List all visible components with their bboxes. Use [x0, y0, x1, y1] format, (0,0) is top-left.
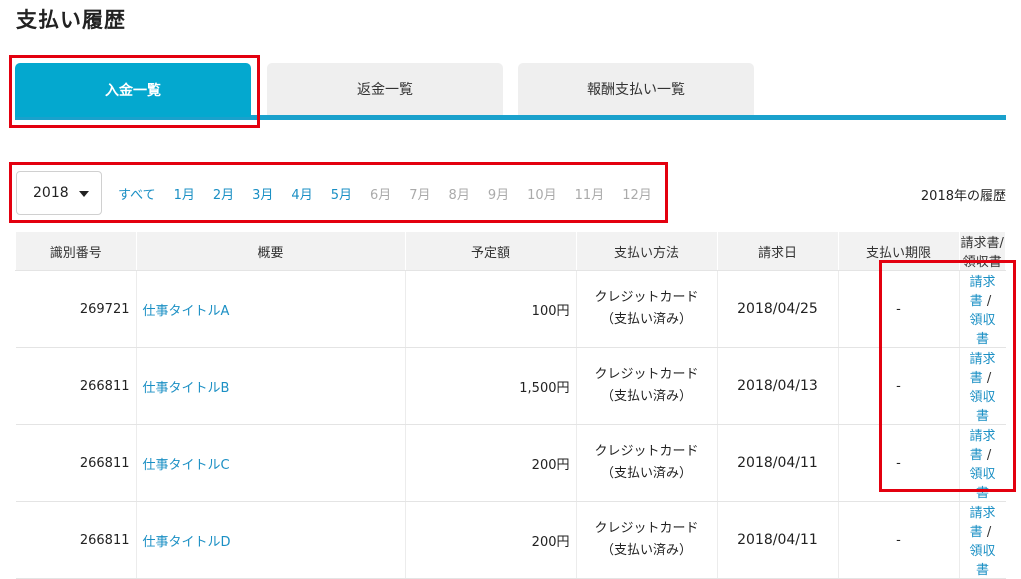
- method-status: （支払い済み）: [600, 389, 692, 404]
- separator: /: [986, 371, 992, 386]
- table-row: 266811 仕事タイトルB 1,500円 クレジットカード （支払い済み） 20…: [15, 347, 1006, 425]
- cell-payment-method: クレジットカード （支払い済み）: [575, 270, 717, 348]
- invoice-link[interactable]: 請求書: [969, 429, 995, 463]
- method-status: （支払い済み）: [600, 543, 692, 558]
- tab-deposits[interactable]: 入金一覧: [15, 63, 251, 117]
- header-billing-date: 請求日: [716, 231, 839, 271]
- cell-deadline: -: [837, 424, 959, 502]
- month-disabled: 8月: [448, 188, 470, 203]
- invoice-link[interactable]: 請求書: [969, 506, 995, 540]
- job-title-link[interactable]: 仕事タイトルA: [143, 304, 230, 319]
- cell-amount: 1,500円: [404, 347, 576, 425]
- cell-id: 269721: [15, 270, 136, 348]
- year-select-value: 2018: [33, 185, 69, 201]
- cell-documents: 請求書/ 領収書: [958, 270, 1006, 348]
- month-disabled: 12月: [622, 188, 652, 203]
- header-summary: 概要: [135, 231, 406, 271]
- cell-deadline: -: [837, 501, 959, 579]
- cell-amount: 100円: [404, 270, 576, 348]
- method-label: クレジットカード: [594, 367, 699, 382]
- cell-payment-method: クレジットカード （支払い済み）: [575, 424, 717, 502]
- job-title-link[interactable]: 仕事タイトルD: [143, 535, 231, 550]
- month-all-link[interactable]: すべて: [118, 184, 156, 203]
- cell-documents: 請求書/ 領収書: [958, 501, 1006, 579]
- header-id: 識別番号: [15, 231, 137, 271]
- method-label: クレジットカード: [594, 444, 699, 459]
- table-header-row: 識別番号 概要 予定額 支払い方法 請求日 支払い期限 請求書/領収書: [15, 231, 1006, 271]
- cell-id: 266811: [15, 501, 136, 579]
- receipt-link[interactable]: 領収書: [969, 313, 995, 347]
- month-disabled: 10月: [527, 188, 557, 203]
- page-title: 支払い履歴: [16, 8, 126, 32]
- cell-date: 2018/04/11: [716, 501, 838, 579]
- header-deadline: 支払い期限: [837, 231, 960, 271]
- separator: /: [986, 448, 992, 463]
- header-payment-method: 支払い方法: [575, 231, 718, 271]
- month-link[interactable]: 1月: [174, 184, 195, 203]
- cell-amount: 200円: [404, 424, 576, 502]
- chevron-down-icon: [79, 191, 89, 197]
- month-disabled: 7月: [409, 188, 431, 203]
- cell-documents: 請求書/ 領収書: [958, 424, 1006, 502]
- receipt-link[interactable]: 領収書: [969, 390, 995, 424]
- payment-history-table: 識別番号 概要 予定額 支払い方法 請求日 支払い期限 請求書/領収書 2697…: [15, 231, 1006, 579]
- table-row: 266811 仕事タイトルD 200円 クレジットカード （支払い済み） 2018…: [15, 501, 1006, 579]
- separator: /: [986, 525, 992, 540]
- cell-amount: 200円: [404, 501, 576, 579]
- month-disabled: 11月: [574, 188, 605, 203]
- method-status: （支払い済み）: [600, 466, 692, 481]
- year-select[interactable]: 2018: [16, 171, 102, 215]
- header-documents: 請求書/領収書: [958, 231, 1006, 271]
- table-row: 266811 仕事タイトルC 200円 クレジットカード （支払い済み） 2018…: [15, 424, 1006, 502]
- cell-id: 266811: [15, 347, 136, 425]
- receipt-link[interactable]: 領収書: [969, 544, 995, 578]
- tab-bar: 入金一覧 返金一覧 報酬支払い一覧: [15, 63, 1006, 121]
- job-title-link[interactable]: 仕事タイトルC: [143, 458, 230, 473]
- cell-payment-method: クレジットカード （支払い済み）: [575, 347, 717, 425]
- invoice-link[interactable]: 請求書: [969, 352, 995, 386]
- tab-reward-payments[interactable]: 報酬支払い一覧: [518, 63, 754, 115]
- job-title-link[interactable]: 仕事タイトルB: [143, 381, 230, 396]
- method-label: クレジットカード: [594, 290, 699, 305]
- cell-documents: 請求書/ 領収書: [958, 347, 1006, 425]
- cell-date: 2018/04/13: [716, 347, 838, 425]
- tab-refunds[interactable]: 返金一覧: [267, 63, 503, 115]
- month-disabled: 6月: [369, 188, 392, 203]
- cell-payment-method: クレジットカード （支払い済み）: [575, 501, 717, 579]
- separator: /: [986, 294, 992, 309]
- cell-date: 2018/04/25: [716, 270, 838, 348]
- method-status: （支払い済み）: [600, 312, 692, 327]
- month-link[interactable]: 3月: [252, 184, 273, 203]
- cell-id: 266811: [15, 424, 136, 502]
- history-year-label: 2018年の履歴: [920, 189, 1006, 204]
- cell-date: 2018/04/11: [716, 424, 838, 502]
- month-link[interactable]: 2月: [213, 184, 234, 203]
- receipt-link[interactable]: 領収書: [969, 467, 995, 501]
- header-amount: 予定額: [404, 231, 577, 271]
- month-filter: すべて 1月 2月 3月 4月 5月 6月 7月 8月 9月 10月 11月 1…: [118, 184, 670, 203]
- month-disabled: 9月: [487, 188, 510, 203]
- month-link[interactable]: 4月: [291, 184, 312, 203]
- cell-deadline: -: [837, 347, 959, 425]
- month-link[interactable]: 5月: [331, 184, 352, 203]
- method-label: クレジットカード: [594, 521, 699, 536]
- invoice-link[interactable]: 請求書: [969, 275, 995, 309]
- table-row: 269721 仕事タイトルA 100円 クレジットカード （支払い済み） 2018…: [15, 270, 1006, 348]
- cell-deadline: -: [837, 270, 959, 348]
